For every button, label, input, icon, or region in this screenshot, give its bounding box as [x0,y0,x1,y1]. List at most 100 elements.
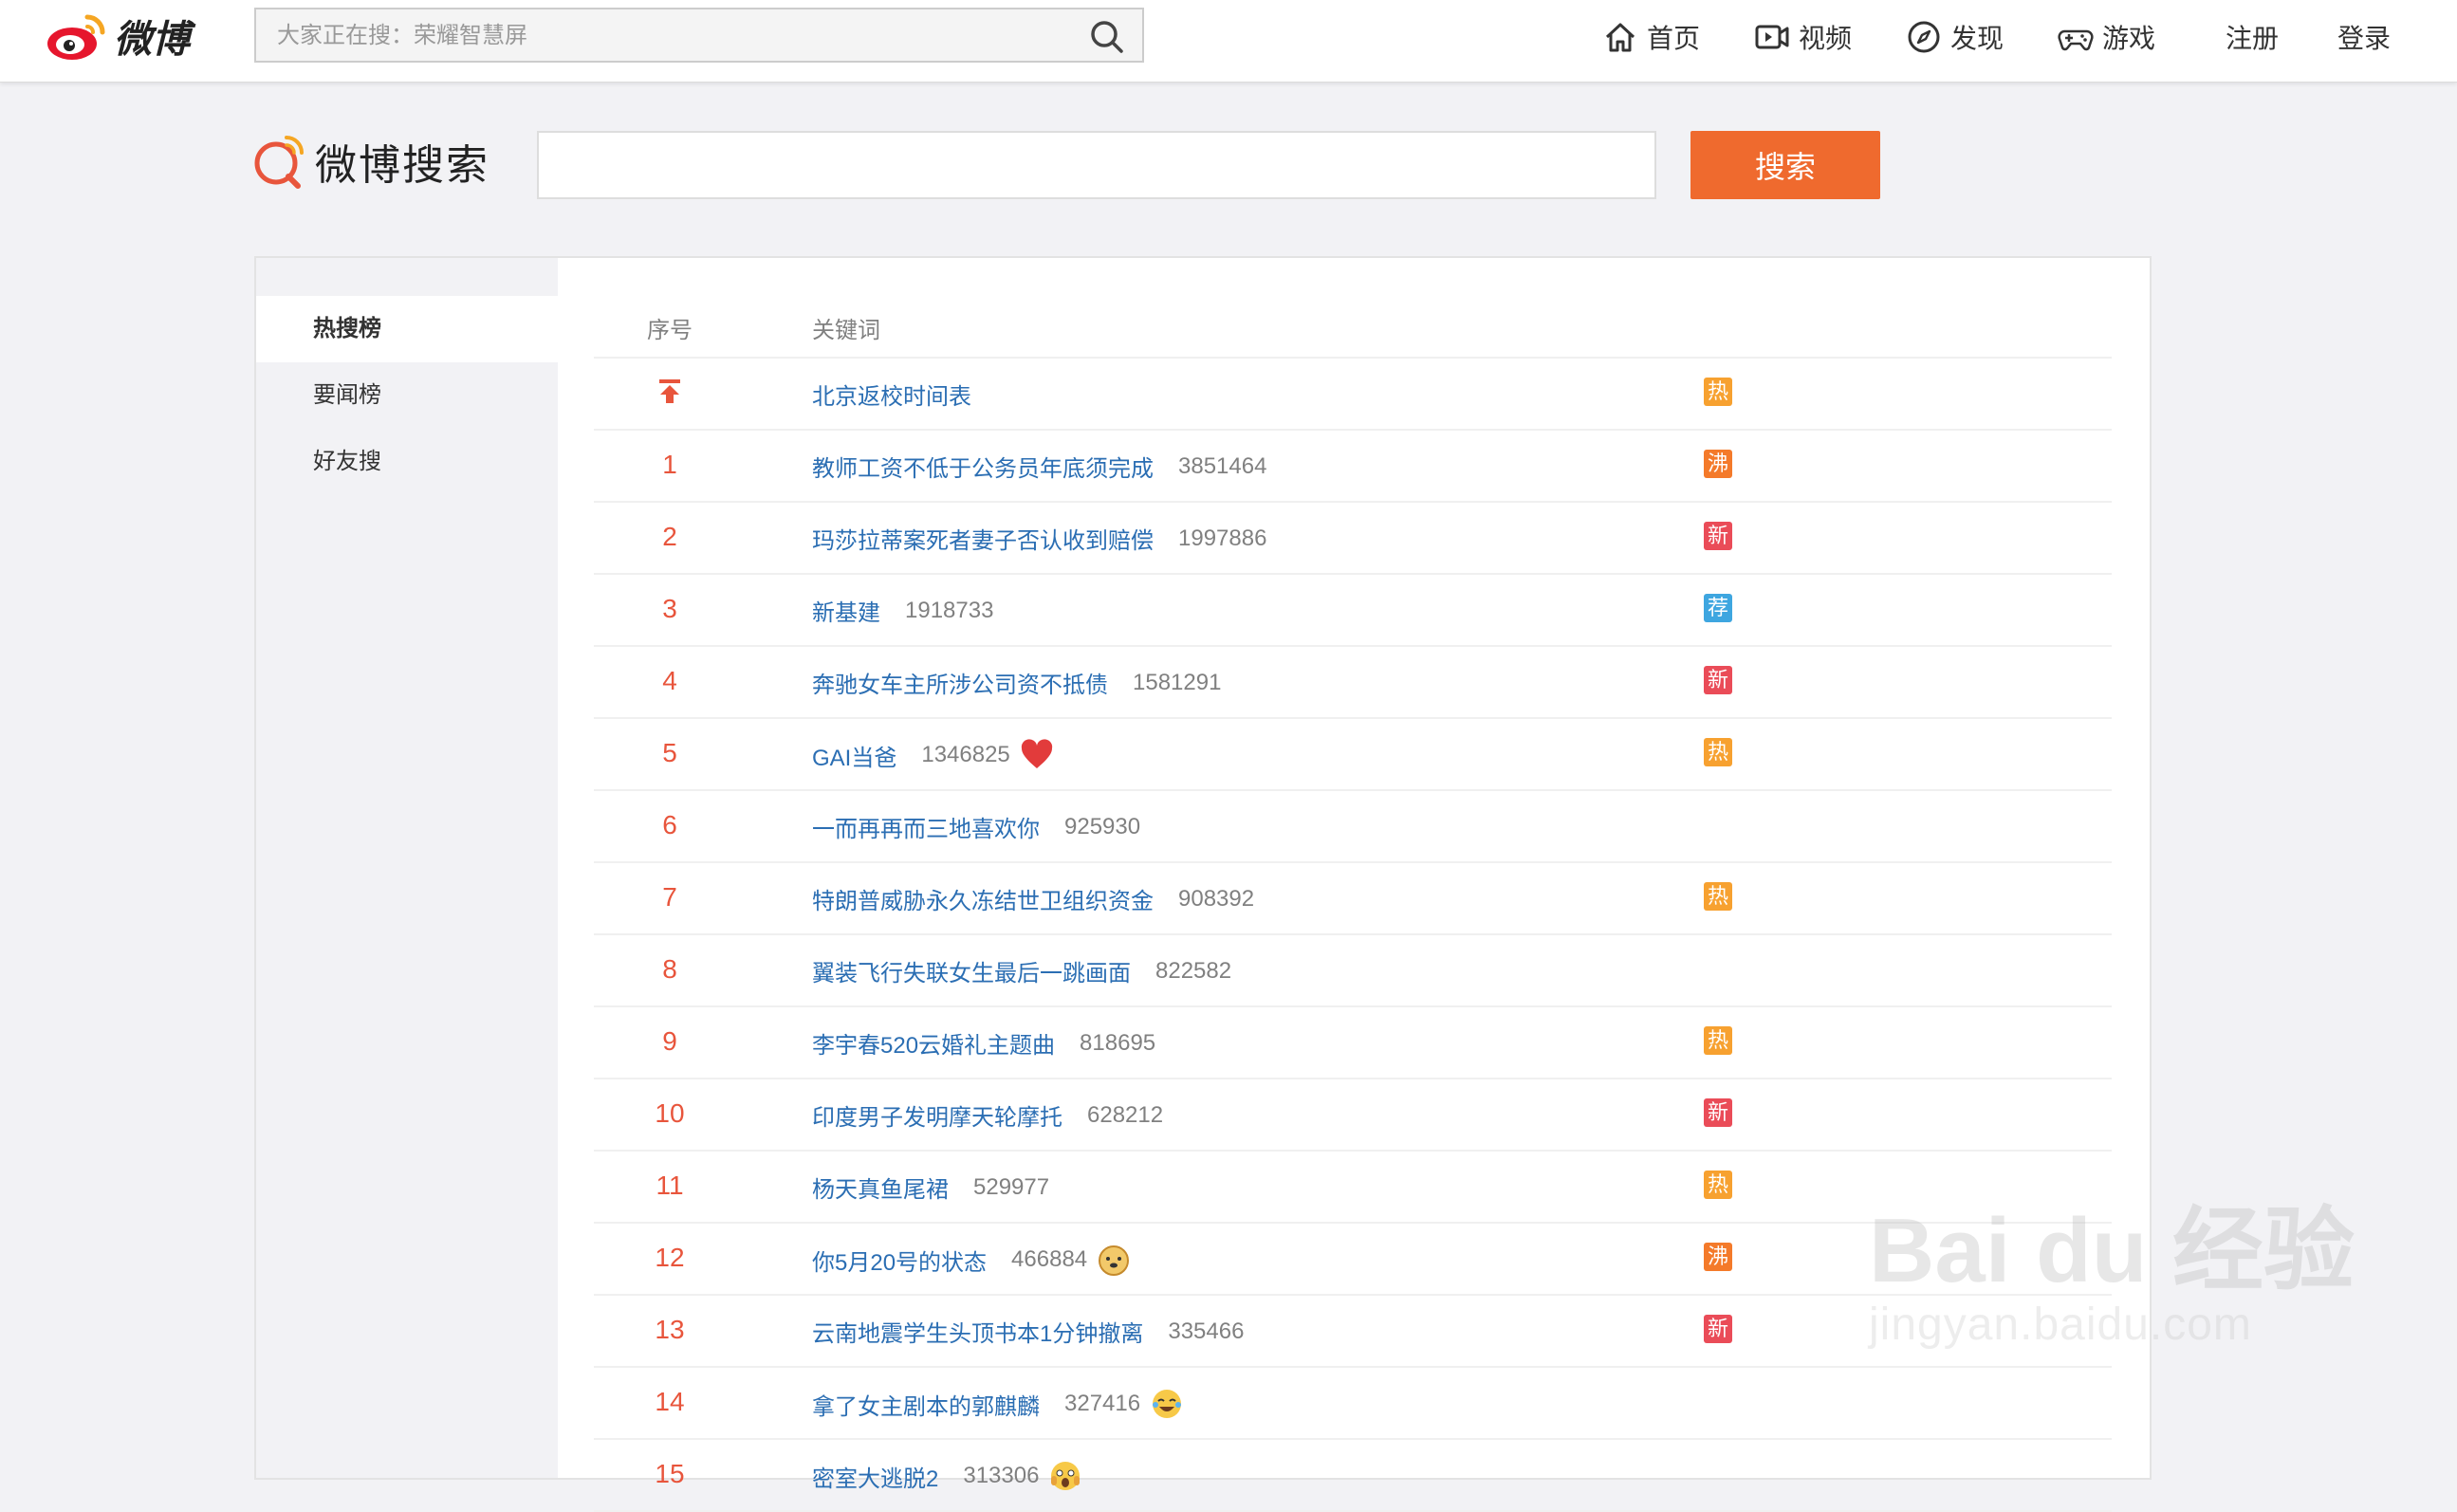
sidebar: 热搜榜 要闻榜 好友搜 [256,258,558,1478]
row-search-count: 925930 [1064,813,1141,839]
main-search-input[interactable] [539,133,1654,197]
row-status-badge: 热 [1704,1026,1732,1055]
row-rank: 6 [662,810,677,839]
row-keyword-cell: 云南地震学生头顶书本1分钟撤离 335466 [812,1315,1244,1348]
row-keyword-cell: 北京返校时间表 [812,378,971,411]
sidebar-item-hot-search[interactable]: 热搜榜 [256,296,558,362]
row-search-count: 529977 [973,1173,1050,1200]
row-keyword-link[interactable]: 你5月20号的状态 [812,1244,987,1277]
table-row[interactable]: 6 一而再再而三地喜欢你 925930 [594,791,2112,863]
row-keyword-link[interactable]: 印度男子发明摩天轮摩托 [812,1098,1062,1132]
nav-games[interactable]: 游戏 [2057,13,2155,61]
gamepad-icon [2058,29,2094,51]
weibo-logo[interactable]: 微博 [44,8,205,65]
row-rank: 7 [662,882,677,912]
row-search-count: 628212 [1087,1101,1164,1128]
row-rank: 11 [656,1171,684,1200]
search-icon[interactable] [1089,19,1125,55]
row-search-count: 335466 [1168,1318,1245,1344]
row-rank: 2 [662,522,677,551]
row-keyword-link[interactable]: 玛莎拉蒂案死者妻子否认收到赔偿 [812,522,1154,555]
table-row[interactable]: 1 教师工资不低于公务员年底须完成 3851464 沸 [594,431,2112,503]
logo-text: 微博 [114,19,190,61]
scared-emoji [1048,1459,1082,1493]
nav-home[interactable]: 首页 [1601,13,1700,61]
row-rank: 15 [655,1459,685,1488]
row-rank: 12 [655,1243,685,1272]
row-rank: 9 [662,1026,677,1056]
nav-discover[interactable]: 发现 [1905,13,2004,61]
row-search-count: 3851464 [1178,452,1267,479]
brand-title: 微博搜索 [315,142,490,189]
row-keyword-link[interactable]: 拿了女主剧本的郭麒麟 [812,1388,1040,1421]
row-keyword-link[interactable]: 翼装飞行失联女生最后一跳画面 [812,954,1131,987]
top-search-input[interactable] [275,9,1057,63]
table-row[interactable]: 8 翼装飞行失联女生最后一跳画面 822582 [594,935,2112,1007]
row-keyword-cell: 特朗普威胁永久冻结世卫组织资金 908392 [812,882,1254,915]
row-keyword-link[interactable]: 奔驰女车主所涉公司资不抵债 [812,666,1108,699]
row-rank: 13 [655,1315,685,1344]
row-rank: 3 [662,594,677,623]
row-search-count: 313306 [963,1463,1040,1488]
row-keyword-link[interactable]: 教师工资不低于公务员年底须完成 [812,450,1154,483]
row-status-badge: 新 [1704,1098,1732,1127]
column-header-rank: 序号 [647,318,693,343]
row-keyword-cell: 翼装飞行失联女生最后一跳画面 822582 [812,954,1231,987]
nav-video-label: 视频 [1799,24,1853,53]
row-keyword-cell: 新基建 1918733 [812,594,993,627]
register-link[interactable]: 注册 [2226,13,2279,61]
table-header: 序号 关键词 [594,296,2112,359]
login-link[interactable]: 登录 [2337,13,2391,61]
main-search-box [537,131,1656,199]
row-keyword-link[interactable]: 一而再再而三地喜欢你 [812,810,1040,843]
row-keyword-link[interactable]: GAI当爸 [812,739,896,772]
nav-games-label: 游戏 [2102,24,2156,53]
row-keyword-cell: 一而再再而三地喜欢你 925930 [812,810,1140,843]
hot-search-panel: 热搜榜 要闻榜 好友搜 序号 关键词 北京返校时间表热 1 教师工资不低于公务员年底… [254,256,2152,1512]
compass-icon [1908,21,1940,53]
row-search-count: 818695 [1080,1029,1156,1056]
row-keyword-cell: 玛莎拉蒂案死者妻子否认收到赔偿 1997886 [812,522,1266,555]
row-keyword-link[interactable]: 新基建 [812,594,880,627]
table-row[interactable]: 2 玛莎拉蒂案死者妻子否认收到赔偿 1997886 新 [594,503,2112,575]
row-rank: 10 [655,1098,685,1128]
row-keyword-link[interactable]: 特朗普威胁永久冻结世卫组织资金 [812,882,1154,915]
row-status-badge: 新 [1704,1315,1732,1343]
table-row[interactable]: 7 特朗普威胁永久冻结世卫组织资金 908392 热 [594,863,2112,935]
sidebar-item-news[interactable]: 要闻榜 [256,362,558,429]
table-row[interactable]: 北京返校时间表 热 [594,359,2112,431]
table-row[interactable]: 10 印度男子发明摩天轮摩托 628212 新 [594,1079,2112,1152]
row-status-badge: 热 [1704,378,1732,406]
row-keyword-link[interactable]: 杨天真鱼尾裙 [812,1171,949,1204]
baidu-jingyan-watermark: Bai du 经验 jingyan.baidu.com [1869,1176,2362,1423]
search-button[interactable]: 搜索 [1690,131,1880,199]
row-status-badge: 沸 [1704,1243,1732,1271]
row-status-badge: 荐 [1704,594,1732,622]
row-status-badge: 热 [1704,738,1732,766]
table-row[interactable]: 4 奔驰女车主所涉公司资不抵债 1581291 新 [594,647,2112,719]
row-status-badge: 新 [1704,666,1732,694]
nav-video[interactable]: 视频 [1753,13,1852,61]
row-keyword-link[interactable]: 李宇春520云婚礼主题曲 [812,1026,1055,1060]
row-keyword-cell: GAI当爸 1346825 [812,738,1054,772]
table-row[interactable]: 9 李宇春520云婚礼主题曲 818695 热 [594,1007,2112,1079]
row-keyword-link[interactable]: 密室大逃脱2 [812,1460,938,1493]
row-status-badge: 热 [1704,882,1732,911]
nav-home-label: 首页 [1647,24,1701,53]
table-row[interactable]: 3 新基建 1918733 荐 [594,575,2112,647]
sidebar-item-friends[interactable]: 好友搜 [256,429,558,495]
row-keyword-link[interactable]: 北京返校时间表 [812,378,971,411]
login-label: 登录 [2337,24,2392,53]
row-search-count: 1581291 [1133,669,1222,695]
row-search-count: 466884 [1011,1246,1088,1272]
row-keyword-link[interactable]: 云南地震学生头顶书本1分钟撤离 [812,1315,1143,1348]
row-rank: 8 [662,954,677,984]
table-row[interactable]: 5 GAI当爸 1346825 热 [594,719,2112,791]
row-search-count: 1997886 [1178,525,1267,551]
row-status-badge: 沸 [1704,450,1732,478]
row-keyword-cell: 密室大逃脱2 313306 [812,1459,1082,1493]
table-row[interactable]: 15 密室大逃脱2 313306 [594,1440,2112,1512]
row-rank: 1 [662,450,677,479]
row-search-count: 822582 [1155,957,1232,984]
row-keyword-cell: 教师工资不低于公务员年底须完成 3851464 [812,450,1266,483]
